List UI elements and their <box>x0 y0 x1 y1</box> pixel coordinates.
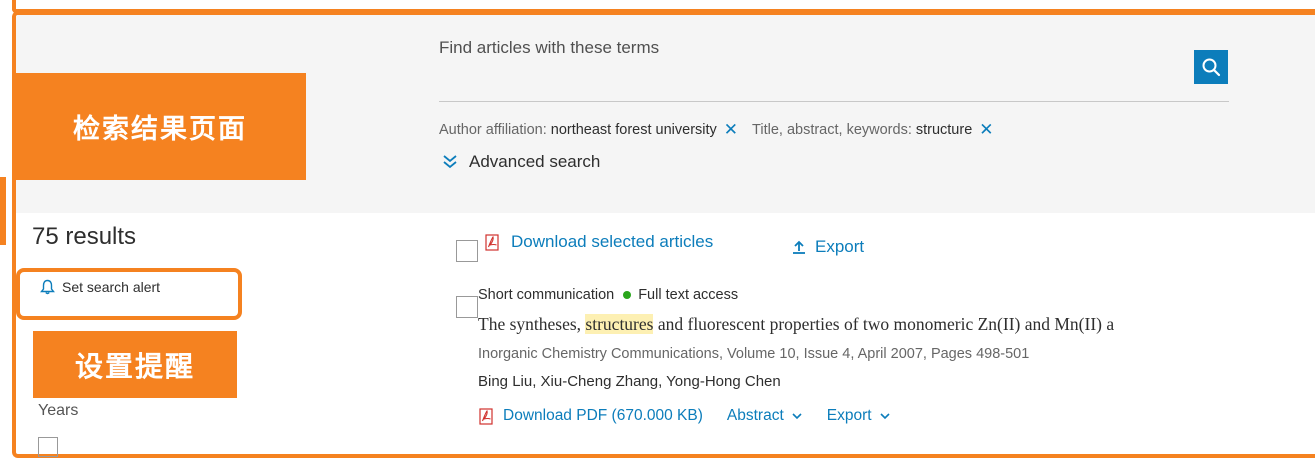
export-label: Export <box>815 237 865 256</box>
filter-affiliation-label: Author affiliation: <box>439 122 547 138</box>
search-input[interactable] <box>439 101 1229 102</box>
article-authors: Bing Liu, Xiu-Cheng Zhang, Yong-Hong Che… <box>478 373 781 390</box>
filter-keywords-value: structure <box>915 122 973 138</box>
double-chevron-down-icon <box>443 155 457 169</box>
active-filters: Author affiliation: northeast forest uni… <box>439 120 1008 140</box>
pdf-icon <box>485 233 499 251</box>
article-export-toggle[interactable]: Export <box>827 407 891 425</box>
advanced-search-label: Advanced search <box>469 152 601 171</box>
chevron-down-icon <box>792 413 802 420</box>
search-icon <box>1202 58 1221 77</box>
article-type: Short communication <box>478 287 615 303</box>
abstract-label: Abstract <box>726 407 784 424</box>
pdf-icon <box>479 407 493 425</box>
highlight-marker-left <box>0 177 6 245</box>
article-title-link[interactable]: The syntheses, structures and fluorescen… <box>478 314 1114 335</box>
upload-icon <box>793 240 805 254</box>
article-access: Full text access <box>638 287 739 303</box>
years-filter-heading: Years <box>38 402 79 419</box>
chevron-down-icon <box>879 413 890 420</box>
article-actions: Download PDF (670.000 KB) Abstract Expor… <box>478 407 915 425</box>
select-all-checkbox[interactable] <box>456 240 478 262</box>
download-pdf-link[interactable]: Download PDF (670.000 KB) <box>478 407 703 425</box>
download-selected-label: Download selected articles <box>511 232 714 251</box>
close-icon[interactable]: ✕ <box>979 120 993 140</box>
search-button[interactable] <box>1194 50 1228 84</box>
download-pdf-label: Download PDF (670.000 KB) <box>503 407 703 424</box>
export-button[interactable]: Export <box>791 237 864 257</box>
article-export-label: Export <box>826 407 872 424</box>
article-checkbox[interactable] <box>456 296 478 318</box>
set-search-alert-label: Set search alert <box>62 279 161 295</box>
bell-icon <box>40 279 55 295</box>
article-title-start: The syntheses, <box>478 314 586 334</box>
results-count: 75 results <box>32 223 137 250</box>
close-icon[interactable]: ✕ <box>724 120 738 140</box>
article-title-highlight: structures <box>585 314 654 334</box>
filter-keywords-label: Title, abstract, keywords: <box>752 122 912 138</box>
abstract-toggle[interactable]: Abstract <box>727 407 803 425</box>
filter-affiliation-value: northeast forest university <box>550 122 717 138</box>
callout-search-results-page: 检索结果页面 <box>14 73 306 180</box>
callout-set-alert: 设置提醒 <box>33 331 237 398</box>
advanced-search-link[interactable]: Advanced search <box>439 152 600 172</box>
article-title-end: and fluorescent properties of two monome… <box>653 314 1115 334</box>
download-selected-button[interactable]: Download selected articles <box>484 232 713 252</box>
article-source: Inorganic Chemistry Communications, Volu… <box>478 346 1030 362</box>
search-input-label: Find articles with these terms <box>439 38 660 57</box>
year-checkbox[interactable] <box>38 437 58 457</box>
set-search-alert-link[interactable]: Set search alert <box>40 279 160 295</box>
access-dot-icon <box>623 291 632 299</box>
article-meta: Short communication Full text access <box>478 287 738 303</box>
